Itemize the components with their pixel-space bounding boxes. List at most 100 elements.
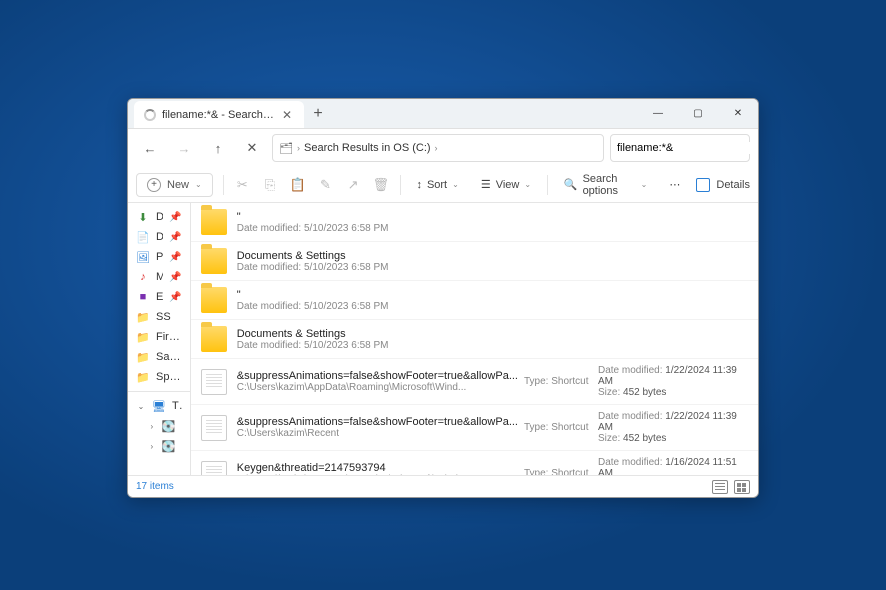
sidebar-item[interactable]: 📁 Spiti Trip [128,367,190,387]
chevron-right-icon: › [435,143,438,153]
sidebar-item-label: Documents [156,231,163,243]
rename-icon[interactable]: ✎ [317,174,335,196]
pin-icon: 📌 [169,232,181,243]
file-date-modified: Date modified: 5/10/2023 6:58 PM [237,340,748,351]
sidebar-item-icon: 📁 [136,310,150,324]
sidebar-item-label: This PC [172,400,182,412]
sidebar-item-label: Firestick [156,331,182,343]
file-row[interactable]: " Date modified: 5/10/2023 6:58 PM [191,281,758,320]
delete-icon[interactable]: 🗑 [372,174,390,196]
sidebar-item-drive[interactable]: › 💽 OS (C:) [128,416,190,436]
new-tab-button[interactable]: + [304,99,332,128]
file-date-modified: Date modified: 1/22/2024 11:39 AM [598,365,748,387]
sidebar-item[interactable]: 🖼 Pictures 📌 [128,247,190,267]
sidebar-item[interactable]: ♪ Music 📌 [128,267,190,287]
pc-icon: 🖥 [152,399,166,413]
file-name: Documents & Settings [237,250,748,262]
sidebar-item[interactable]: 📁 Samsung [128,347,190,367]
minimize-button[interactable]: — [638,99,678,128]
sidebar[interactable]: ⬇ Downloads 📌📄 Documents 📌🖼 Pictures 📌♪ … [128,203,191,475]
sidebar-item[interactable]: 📁 Firestick [128,327,190,347]
cut-icon[interactable]: ✂ [234,174,252,196]
search-box[interactable]: ✕ 🔍 [610,134,750,162]
sidebar-item-label: Spiti Trip [156,371,182,383]
sidebar-item-icon: 📁 [136,330,150,344]
sidebar-item-label: Pictures [156,251,163,263]
search-options-button[interactable]: 🔍 Search options ⌄ [558,169,653,201]
tab-close-icon[interactable]: ✕ [280,108,294,122]
item-count: 17 items [136,481,174,492]
sidebar-item[interactable]: ■ E:\ 📌 [128,287,190,307]
sidebar-item-this-pc[interactable]: ⌄ 🖥 This PC [128,396,190,416]
breadcrumb[interactable]: 🗂 › Search Results in OS (C:) › [272,134,604,162]
file-path: C:\Users\kazim\AppData\Roaming\Microsoft… [237,382,518,393]
view-button[interactable]: ☰ View ⌄ [475,174,537,195]
back-button[interactable]: ← [136,134,164,162]
folder-icon [201,287,227,313]
stop-button[interactable]: ✕ [238,134,266,162]
maximize-button[interactable]: ▢ [678,99,718,128]
sidebar-item-icon: ⬇ [136,210,150,224]
sort-button[interactable]: ↕ Sort ⌄ [410,175,464,195]
file-icon [201,369,227,395]
sidebar-item-label: Downloads [156,211,163,223]
details-pane-icon [696,178,710,192]
toolbar: + New ⌄ ✂ ⎘ 📋 ✎ ↗ 🗑 ↕ Sort ⌄ ☰ View ⌄ 🔍 … [128,167,758,203]
forward-button[interactable]: → [170,134,198,162]
file-row[interactable]: &suppressAnimations=false&showFooter=tru… [191,359,758,405]
file-name: &suppressAnimations=false&showFooter=tru… [237,370,518,382]
share-icon[interactable]: ↗ [344,174,362,196]
file-date-modified: Date modified: 1/22/2024 11:39 AM [598,411,748,433]
file-row[interactable]: &suppressAnimations=false&showFooter=tru… [191,405,758,451]
folder-location-icon: 🗂 [279,141,293,155]
tab-title: filename:*& - Search Results in [162,109,274,121]
breadcrumb-text: Search Results in OS (C:) [304,142,431,154]
sort-label: Sort [427,179,447,191]
sidebar-item-icon: ■ [136,290,150,304]
details-button[interactable]: Details [696,178,750,192]
chevron-down-icon: ⌄ [524,180,531,189]
new-button[interactable]: + New ⌄ [136,173,213,197]
file-list[interactable]: " Date modified: 5/10/2023 6:58 PM Docum… [191,203,758,475]
sidebar-item-label: Music [156,271,163,283]
sidebar-item-label: E:\ [156,291,163,303]
file-date-modified: Date modified: 5/10/2023 6:58 PM [237,262,748,273]
pin-icon: 📌 [169,212,181,223]
drive-icon: 💽 [162,439,176,453]
search-options-label: Search options [583,173,636,197]
thumbnails-view-icon[interactable] [734,480,750,494]
sidebar-item-icon: 🖼 [136,250,150,264]
file-type: Type: Shortcut [518,468,598,475]
loading-spinner-icon [144,109,156,121]
details-view-icon[interactable] [712,480,728,494]
file-type: Type: Shortcut [518,422,598,433]
close-button[interactable]: ✕ [718,99,758,128]
folder-icon [201,326,227,352]
up-button[interactable]: ↑ [204,134,232,162]
file-icon [201,461,227,476]
file-path: C:\Users\kazim\Recent [237,428,518,439]
file-date-modified: Date modified: 5/10/2023 6:58 PM [237,223,748,234]
tab-active[interactable]: filename:*& - Search Results in ✕ [134,101,304,128]
file-row[interactable]: Documents & Settings Date modified: 5/10… [191,242,758,281]
main-area: ⬇ Downloads 📌📄 Documents 📌🖼 Pictures 📌♪ … [128,203,758,475]
search-input[interactable] [617,142,759,154]
sidebar-item-drive[interactable]: › 💽 New Volume (E [128,436,190,456]
paste-icon[interactable]: 📋 [289,174,307,196]
drive-icon: 💽 [162,419,176,433]
more-button[interactable]: ⋯ [663,174,686,195]
copy-icon[interactable]: ⎘ [261,174,279,196]
view-label: View [496,179,520,191]
file-row[interactable]: " Date modified: 5/10/2023 6:58 PM [191,203,758,242]
explorer-window: filename:*& - Search Results in ✕ + — ▢ … [127,98,759,498]
sidebar-item[interactable]: ⬇ Downloads 📌 [128,207,190,227]
sidebar-item[interactable]: 📁 SS [128,307,190,327]
sidebar-item[interactable]: 📄 Documents 📌 [128,227,190,247]
chevron-right-icon: › [148,442,156,451]
file-size: Size: 452 bytes [598,433,748,444]
sidebar-item-icon: 📄 [136,230,150,244]
folder-icon [201,248,227,274]
file-row[interactable]: Keygen&threatid=2147593794 C:\Users\kazi… [191,451,758,475]
file-date-modified: Date modified: 1/16/2024 11:51 AM [598,457,748,475]
file-row[interactable]: Documents & Settings Date modified: 5/10… [191,320,758,359]
